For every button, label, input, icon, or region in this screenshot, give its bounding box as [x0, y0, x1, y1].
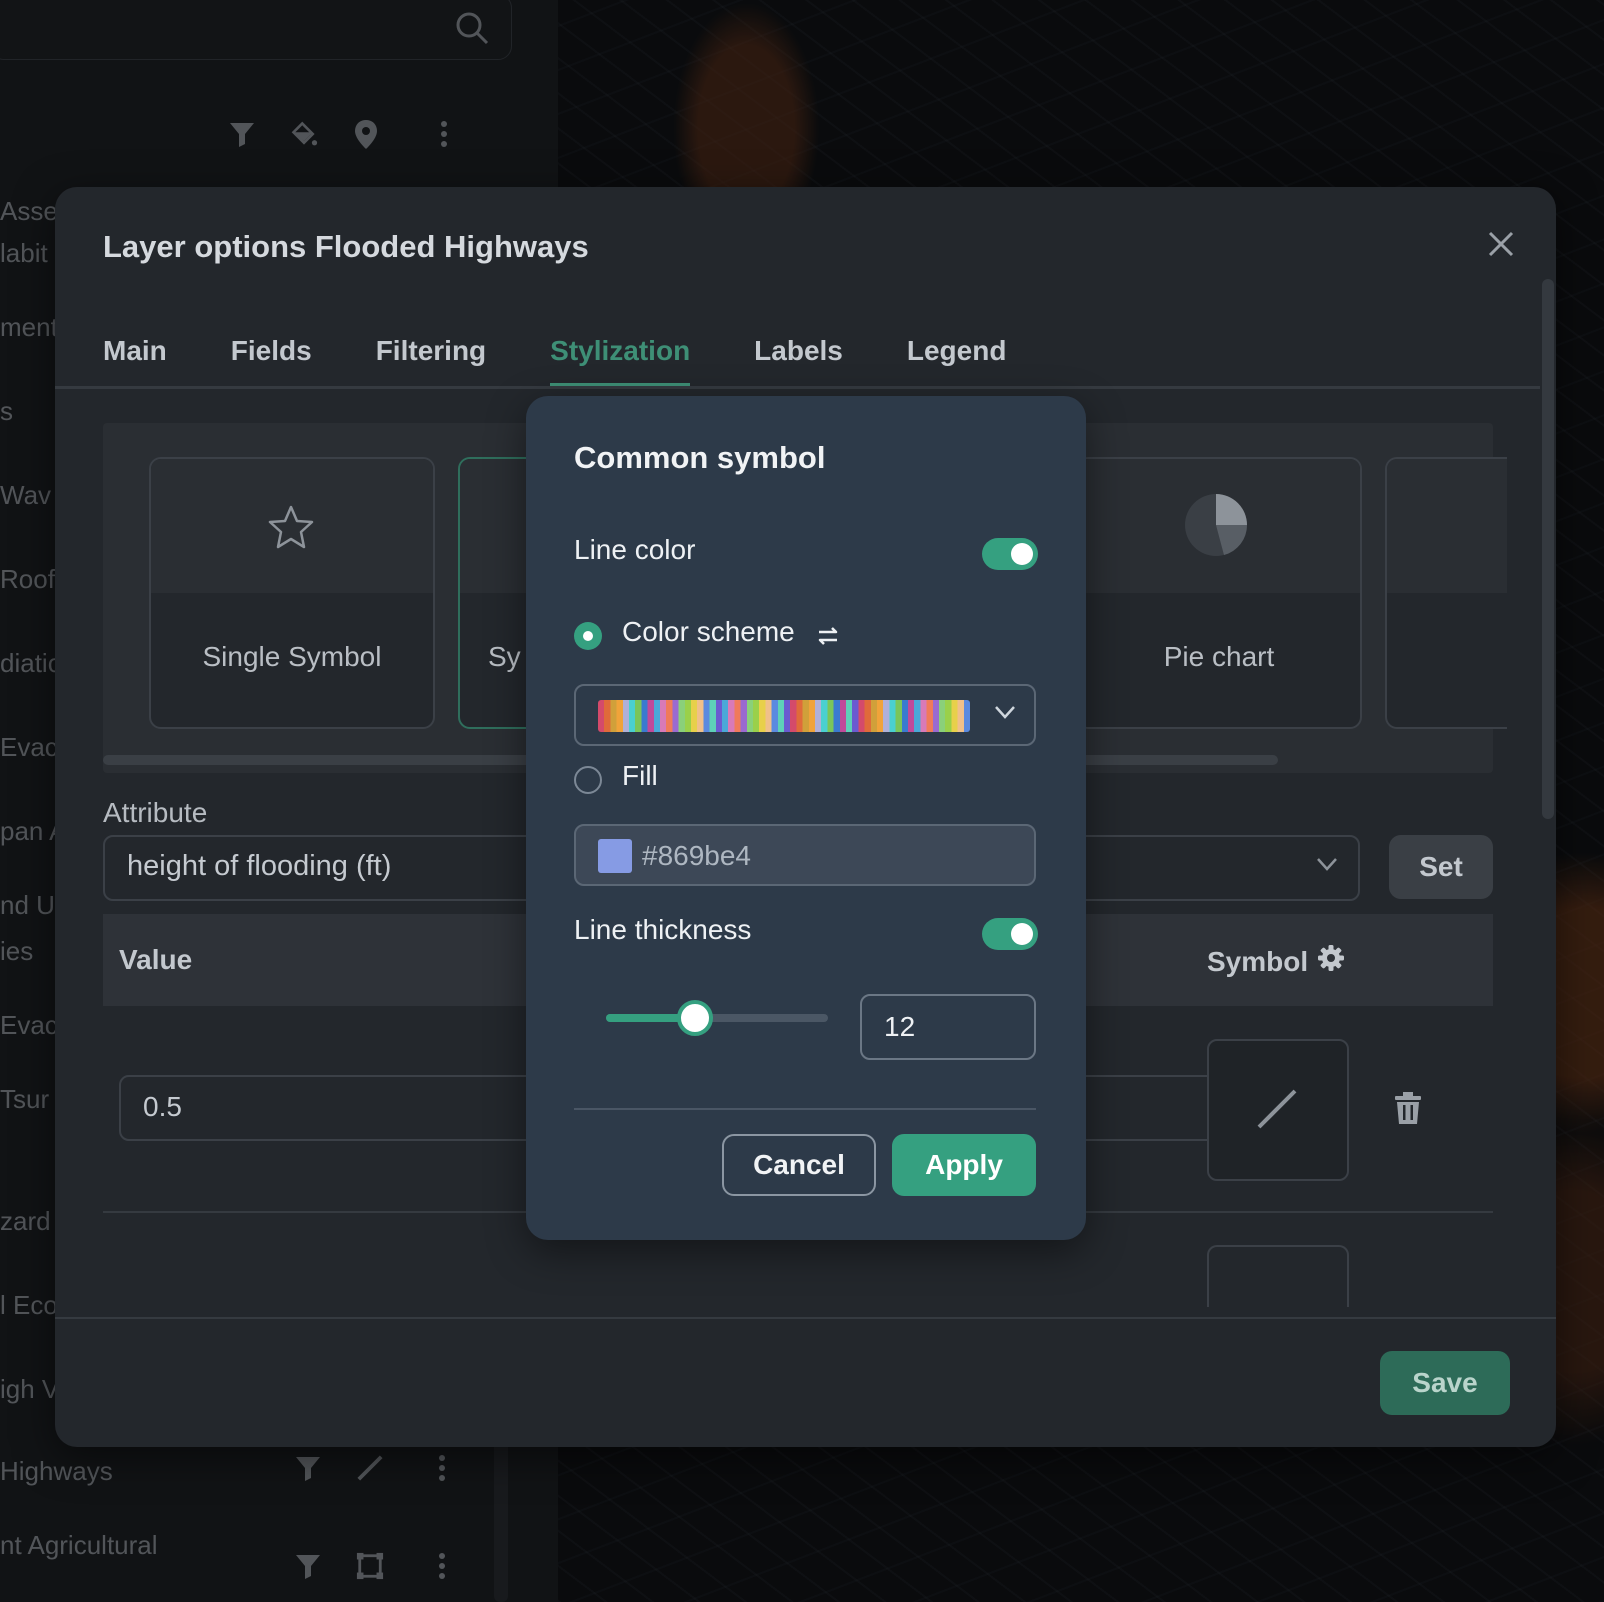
line-symbol-icon [1257, 1089, 1297, 1129]
style-type-label: Pie chart [1163, 641, 1275, 672]
tab-main[interactable]: Main [103, 335, 167, 386]
fill-color-field[interactable]: #869be4 [574, 824, 1036, 886]
tab-legend[interactable]: Legend [907, 335, 1007, 386]
dialog-title: Layer options Flooded Highways [103, 229, 589, 264]
apply-button[interactable]: Apply [892, 1134, 1036, 1196]
swap-icon[interactable] [816, 624, 840, 653]
tab-stylization[interactable]: Stylization [550, 335, 691, 386]
gear-icon[interactable] [1317, 944, 1345, 977]
attribute-value: height of flooding (ft) [127, 850, 392, 882]
color-scheme-label: Color scheme [622, 616, 795, 647]
style-type-single-symbol[interactable]: Single Symbol [149, 457, 435, 729]
tab-filtering[interactable]: Filtering [376, 335, 486, 386]
star-icon [268, 505, 314, 549]
fill-color-swatch[interactable] [598, 839, 632, 873]
column-header-symbol: Symbol [1207, 946, 1309, 977]
fill-label: Fill [622, 760, 658, 791]
symbol-preview-button[interactable] [1207, 1039, 1349, 1181]
close-button[interactable] [1484, 227, 1518, 261]
cancel-button[interactable]: Cancel [722, 1134, 876, 1196]
common-symbol-popover: Common symbol Line color Color scheme Fi… [526, 396, 1086, 1240]
footer-divider [55, 1317, 1556, 1319]
style-type-partial[interactable] [1385, 457, 1507, 729]
column-header-value: Value [119, 944, 193, 975]
chevron-down-icon [994, 705, 1016, 724]
color-scheme-select[interactable] [574, 684, 1036, 746]
fill-color-value: #869be4 [642, 840, 752, 871]
pie-chart-icon [1185, 494, 1247, 556]
color-scheme-preview [598, 700, 970, 732]
line-thickness-value: 12 [884, 1011, 916, 1042]
tab-labels[interactable]: Labels [754, 335, 843, 386]
color-scheme-radio[interactable] [574, 622, 602, 650]
slider-thumb[interactable] [676, 1000, 713, 1036]
attribute-label: Attribute [103, 797, 208, 828]
line-color-toggle[interactable] [982, 538, 1038, 570]
tab-fields[interactable]: Fields [231, 335, 312, 386]
close-icon [1488, 231, 1514, 257]
tabs-divider [55, 386, 1540, 389]
trash-icon[interactable] [1393, 1091, 1423, 1130]
line-thickness-toggle[interactable] [982, 918, 1038, 950]
style-type-label: Single Symbol [202, 641, 382, 672]
line-thickness-input[interactable]: 12 [860, 994, 1036, 1060]
popover-title: Common symbol [574, 440, 826, 475]
set-button[interactable]: Set [1389, 835, 1493, 899]
style-type-pie-chart[interactable]: Pie chart [1076, 457, 1362, 729]
symbol-preview-button[interactable] [1207, 1245, 1349, 1307]
fill-radio[interactable] [574, 766, 602, 794]
line-thickness-label: Line thickness [574, 914, 752, 945]
dialog-scrollbar[interactable] [1542, 279, 1554, 819]
line-color-label: Line color [574, 534, 696, 565]
tab-bar: Main Fields Filtering Stylization Labels… [103, 335, 1070, 386]
line-thickness-slider[interactable] [606, 1000, 828, 1036]
popover-divider [574, 1108, 1036, 1110]
value-text: 0.5 [143, 1091, 182, 1122]
chevron-down-icon [1316, 857, 1338, 876]
save-button[interactable]: Save [1380, 1351, 1510, 1415]
